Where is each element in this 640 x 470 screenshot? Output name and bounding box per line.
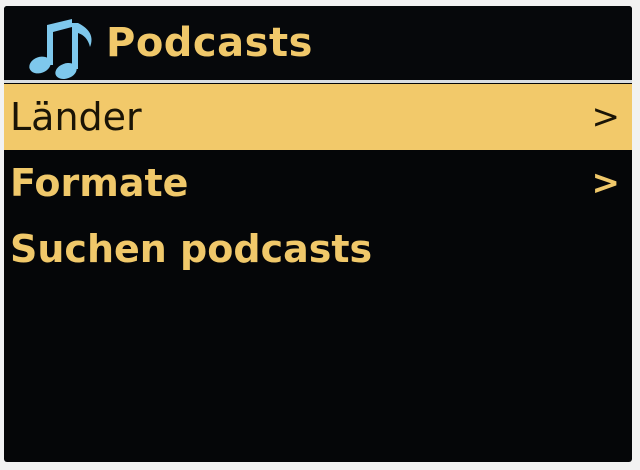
menu-item-formate[interactable]: Formate > bbox=[4, 150, 632, 216]
chevron-right-icon: > bbox=[591, 163, 621, 203]
menu-item-suchen-podcasts[interactable]: Suchen podcasts bbox=[4, 216, 632, 282]
chevron-right-icon: > bbox=[591, 97, 621, 137]
header-bar: Podcasts bbox=[4, 6, 632, 80]
podcast-menu: Länder > Formate > Suchen podcasts bbox=[4, 84, 632, 282]
radio-display: Podcasts Länder > Formate > Suchen podca… bbox=[4, 6, 632, 462]
page-title: Podcasts bbox=[106, 20, 313, 66]
header-divider bbox=[4, 80, 632, 83]
music-notes-icon bbox=[29, 19, 92, 79]
menu-item-laender[interactable]: Länder > bbox=[4, 84, 632, 150]
menu-item-label: Länder bbox=[10, 95, 142, 139]
menu-item-label: Suchen podcasts bbox=[10, 227, 373, 271]
menu-item-label: Formate bbox=[10, 161, 189, 205]
